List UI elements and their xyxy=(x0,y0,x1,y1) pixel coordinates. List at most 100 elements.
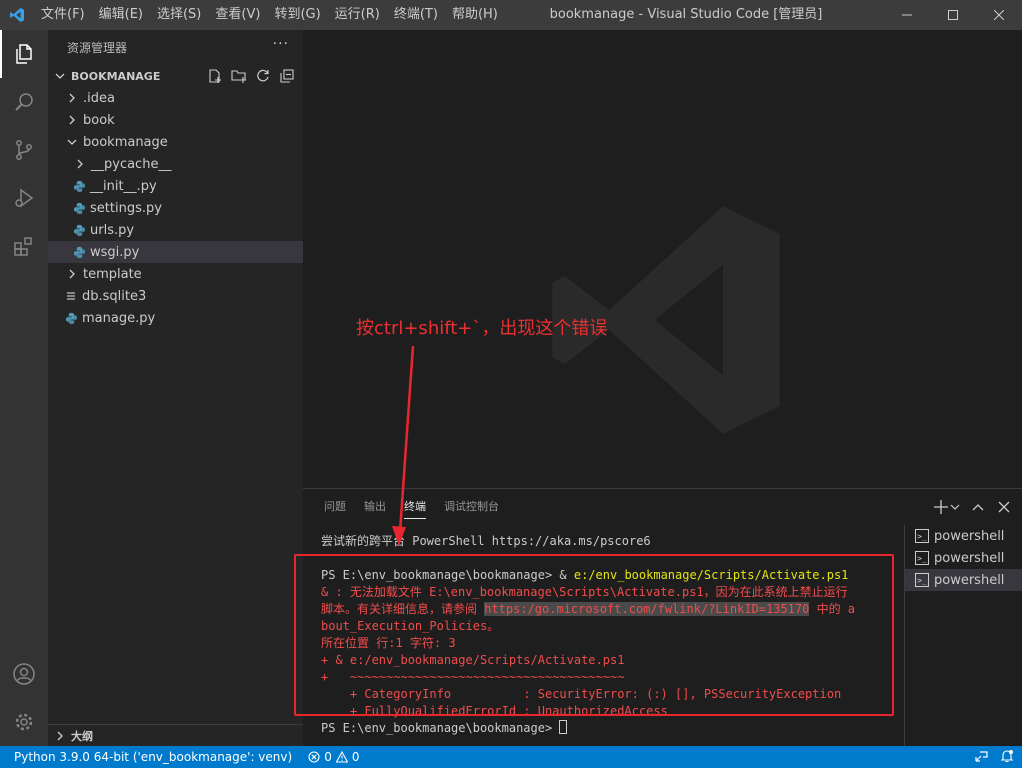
terminal-instance[interactable]: >_ powershell xyxy=(905,547,1022,569)
new-file-icon xyxy=(209,69,221,83)
live-share-button[interactable] xyxy=(974,749,990,766)
collapse-all-icon xyxy=(280,69,294,83)
terminal-instance[interactable]: >_ powershell xyxy=(905,525,1022,547)
terminal-cursor xyxy=(559,720,568,734)
problems-status[interactable]: 0 0 xyxy=(300,750,367,764)
terminal-icon: >_ xyxy=(915,529,929,543)
tree-item[interactable]: __pycache__ xyxy=(48,153,303,175)
close-icon xyxy=(998,501,1010,513)
menu-edit[interactable]: 编辑(E) xyxy=(92,0,150,30)
menu-go[interactable]: 转到(G) xyxy=(267,0,327,30)
tree-item[interactable]: settings.py xyxy=(48,197,303,219)
maximize-panel-button[interactable] xyxy=(968,497,988,517)
python-interpreter[interactable]: Python 3.9.0 64-bit ('env_bookmanage': v… xyxy=(0,750,300,764)
outline-label: 大纲 xyxy=(71,729,93,743)
chevron-down-icon xyxy=(64,134,80,150)
chevron-right-icon xyxy=(52,728,68,744)
maximize-button[interactable] xyxy=(930,0,976,30)
gear-icon xyxy=(15,713,33,731)
chevron-right-icon xyxy=(64,112,80,128)
python-file-icon xyxy=(72,223,86,237)
source-control-activity[interactable] xyxy=(0,126,48,174)
terminal-line: PS E:\env_bookmanage\bookmanage> xyxy=(321,720,901,737)
menu-file[interactable]: 文件(F) xyxy=(34,0,92,30)
terminal-prompt: PS E:\env_bookmanage\bookmanage> xyxy=(321,721,560,735)
accounts-activity[interactable] xyxy=(0,650,48,698)
menu-view[interactable]: 查看(V) xyxy=(208,0,267,30)
vscode-logo-icon xyxy=(0,0,34,30)
tree-item[interactable]: wsgi.py xyxy=(48,241,303,263)
chevron-right-icon xyxy=(64,266,80,282)
tree-item[interactable]: template xyxy=(48,263,303,285)
tree-item[interactable]: bookmanage xyxy=(48,131,303,153)
explorer-title: 资源管理器 xyxy=(67,41,128,55)
terminal-instance[interactable]: >_ powershell xyxy=(905,569,1022,591)
close-panel-button[interactable] xyxy=(994,497,1014,517)
menu-run[interactable]: 运行(R) xyxy=(328,0,387,30)
chevron-up-icon xyxy=(972,504,984,511)
tree-item[interactable]: manage.py xyxy=(48,307,303,329)
panel-actions xyxy=(934,497,1014,517)
terminal-line: 尝试新的跨平台 PowerShell https://aka.ms/pscore… xyxy=(321,534,651,548)
error-icon xyxy=(308,751,320,763)
run-debug-activity[interactable] xyxy=(0,174,48,222)
close-button[interactable] xyxy=(976,0,1022,30)
run-debug-icon xyxy=(15,188,34,208)
new-folder-icon xyxy=(231,70,246,83)
new-file-button[interactable] xyxy=(205,66,225,86)
tree-item[interactable]: .idea xyxy=(48,87,303,109)
workspace-section-header[interactable]: BOOKMANAGE xyxy=(48,65,303,87)
tree-item-label: book xyxy=(83,112,115,128)
status-bar-right xyxy=(974,746,1014,768)
menu-bar: 文件(F) 编辑(E) 选择(S) 查看(V) 转到(G) 运行(R) 终端(T… xyxy=(34,0,505,30)
more-actions-button[interactable]: ··· xyxy=(273,36,289,52)
search-icon xyxy=(15,93,33,111)
window-controls xyxy=(884,0,1022,30)
tree-item[interactable]: urls.py xyxy=(48,219,303,241)
minimize-button[interactable] xyxy=(884,0,930,30)
tree-item-label: db.sqlite3 xyxy=(82,288,147,304)
plus-icon xyxy=(934,500,960,514)
title-bar: 文件(F) 编辑(E) 选择(S) 查看(V) 转到(G) 运行(R) 终端(T… xyxy=(0,0,1022,30)
feedback-icon xyxy=(975,750,988,762)
terminal-instance-label: powershell xyxy=(934,572,1005,588)
tab-terminal[interactable]: 终端 xyxy=(395,489,435,525)
notifications-button[interactable] xyxy=(1000,749,1014,766)
python-file-icon xyxy=(64,311,78,325)
python-file-icon xyxy=(72,245,86,259)
tree-item[interactable]: db.sqlite3 xyxy=(48,285,303,307)
section-actions xyxy=(205,66,297,86)
menu-terminal[interactable]: 终端(T) xyxy=(387,0,445,30)
editor-area[interactable] xyxy=(303,30,1022,488)
tab-problems[interactable]: 问题 xyxy=(315,489,355,525)
new-folder-button[interactable] xyxy=(229,66,249,86)
explorer-header: 资源管理器 ··· xyxy=(48,30,303,65)
extensions-activity[interactable] xyxy=(0,222,48,270)
refresh-icon xyxy=(257,69,269,82)
tree-item[interactable]: book xyxy=(48,109,303,131)
tab-debug-console[interactable]: 调试控制台 xyxy=(435,489,508,525)
explorer-activity[interactable] xyxy=(0,30,48,78)
menu-help[interactable]: 帮助(H) xyxy=(445,0,505,30)
annotation-box xyxy=(294,554,894,716)
workspace-name: BOOKMANAGE xyxy=(71,69,161,83)
minimize-icon xyxy=(902,14,912,16)
warning-count: 0 xyxy=(351,750,360,764)
tree-item-label: settings.py xyxy=(90,200,162,216)
explorer-sidebar: 资源管理器 ··· BOOKMANAGE .idea book bookmanage… xyxy=(48,30,303,746)
collapse-all-button[interactable] xyxy=(277,66,297,86)
python-file-icon xyxy=(72,201,86,215)
tree-item-label: template xyxy=(83,266,142,282)
tree-item[interactable]: __init__.py xyxy=(48,175,303,197)
account-icon xyxy=(13,663,35,685)
outline-section-header[interactable]: 大纲 xyxy=(48,724,303,746)
python-file-icon xyxy=(72,179,86,193)
terminal-instance-label: powershell xyxy=(934,528,1005,544)
file-tree: .idea book bookmanage __pycache__ __init__.p… xyxy=(48,87,303,329)
new-terminal-button[interactable] xyxy=(934,497,962,517)
tab-output[interactable]: 输出 xyxy=(355,489,395,525)
refresh-button[interactable] xyxy=(253,66,273,86)
manage-activity[interactable] xyxy=(0,698,48,746)
search-activity[interactable] xyxy=(0,78,48,126)
menu-selection[interactable]: 选择(S) xyxy=(150,0,208,30)
